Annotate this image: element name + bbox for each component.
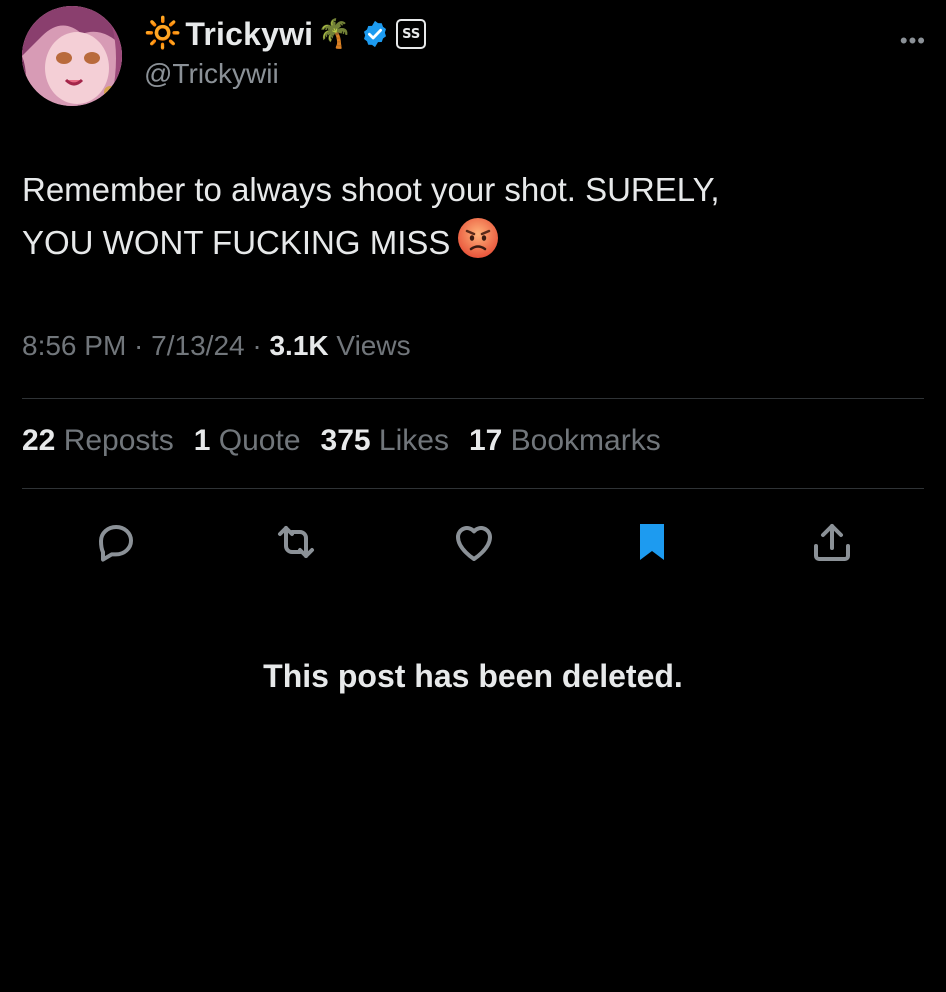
tweet-text: Remember to always shoot your shot. SURE… <box>22 164 902 269</box>
bookmarks-count: 17 <box>468 424 503 457</box>
display-name-row[interactable]: 🔆 Trickywi 🌴 SS <box>144 12 427 56</box>
reply-button[interactable] <box>88 512 144 572</box>
palm-tree-emoji: 🌴 <box>317 18 353 49</box>
reposts-stat[interactable]: 22 Reposts <box>22 424 174 458</box>
action-bar <box>0 512 946 572</box>
share-button[interactable] <box>804 512 860 572</box>
affiliate-badge-icon[interactable]: SS <box>396 19 427 49</box>
meta-separator: · <box>244 330 270 361</box>
quotes-label: Quote <box>210 424 301 457</box>
engagement-stats: 22 Reposts 1 Quote 375 Likes 17 Bookmark… <box>22 424 681 458</box>
like-button[interactable] <box>446 512 502 572</box>
repost-icon <box>278 526 314 558</box>
reposts-label: Reposts <box>55 424 174 457</box>
tweet-line-1: Remember to always shoot your shot. SURE… <box>22 171 720 208</box>
tweet-line-2: YOU WONT FUCKING MISS <box>22 216 902 269</box>
deleted-post-message: This post has been deleted. <box>263 658 683 694</box>
meta-separator: · <box>126 330 152 361</box>
more-options-icon[interactable]: ••• <box>900 28 926 54</box>
likes-count: 375 <box>320 424 371 457</box>
bookmark-button[interactable] <box>624 512 680 572</box>
likes-stat[interactable]: 375 Likes <box>321 424 449 458</box>
reply-icon <box>99 525 133 562</box>
tweet-line-2-text: YOU WONT FUCKING MISS <box>22 224 451 261</box>
divider <box>22 398 924 399</box>
tweet-time[interactable]: 8:56 PM <box>22 330 126 361</box>
views-count: 3.1K <box>269 330 329 361</box>
bookmarks-label: Bookmarks <box>502 424 661 457</box>
share-icon <box>814 524 850 561</box>
author-names: 🔆 Trickywi 🌴 SS @Trickywii <box>144 12 427 90</box>
quotes-stat[interactable]: 1 Quote <box>194 424 301 458</box>
tweet-meta: 8:56 PM · 7/13/24 · 3.1K Views <box>22 330 411 362</box>
angry-face-emoji-icon <box>458 218 499 258</box>
display-name[interactable]: Trickywi <box>185 16 313 53</box>
quotes-count: 1 <box>193 424 211 457</box>
bookmarks-stat[interactable]: 17 Bookmarks <box>469 424 661 458</box>
user-handle[interactable]: @Trickywii <box>144 58 426 90</box>
divider <box>22 488 924 489</box>
views-label: Views <box>328 330 411 361</box>
avatar[interactable] <box>22 6 122 106</box>
sun-emoji: 🔆 <box>144 17 182 50</box>
likes-label: Likes <box>370 424 449 457</box>
tweet-date[interactable]: 7/13/24 <box>151 330 244 361</box>
reposts-count: 22 <box>22 424 56 457</box>
verified-badge-icon[interactable] <box>360 19 390 49</box>
like-icon <box>456 526 492 561</box>
tweet-header: 🔆 Trickywi 🌴 SS @Trickywii ••• <box>22 6 926 106</box>
bookmark-icon <box>640 524 664 560</box>
repost-button[interactable] <box>268 512 324 572</box>
